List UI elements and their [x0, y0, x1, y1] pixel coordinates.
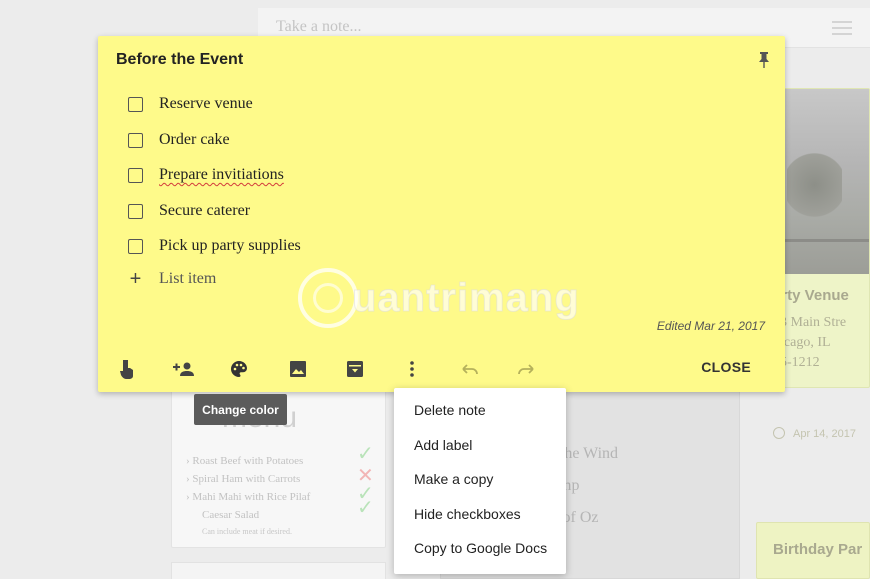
watermark: uantrimang — [298, 263, 580, 333]
edited-timestamp: Edited Mar 21, 2017 — [656, 319, 765, 333]
plus-icon: + — [129, 268, 142, 290]
menu-item-copy-to-google-docs[interactable]: Copy to Google Docs — [394, 531, 566, 566]
archive-icon[interactable] — [344, 358, 366, 380]
menu-item-make-copy[interactable]: Make a copy — [394, 462, 566, 497]
item-label[interactable]: Order cake — [159, 131, 230, 149]
item-checkbox[interactable] — [128, 167, 143, 183]
item-checkbox[interactable] — [128, 203, 143, 219]
remind-me-icon[interactable] — [116, 358, 138, 380]
open-note: Before the Event Reserve venue Order cak… — [98, 36, 785, 392]
item-label[interactable]: Reserve venue — [159, 95, 253, 113]
take-note-placeholder: Take a note... — [276, 18, 362, 35]
close-button[interactable]: CLOSE — [701, 359, 751, 375]
clock-icon — [773, 427, 785, 439]
background-small-card[interactable] — [171, 562, 386, 579]
pin-icon[interactable] — [758, 52, 770, 68]
item-label[interactable]: Pick up party supplies — [159, 237, 301, 255]
note-title[interactable]: Before the Event — [116, 51, 243, 69]
collaborator-icon[interactable] — [173, 358, 195, 380]
venue-reminder-date: Apr 14, 2017 — [793, 428, 856, 440]
menu-card-note: Can include meat if desired. — [202, 527, 292, 536]
check-mark-icon: ✓ — [357, 497, 374, 519]
menu-card-item: › Roast Beef with Potatoes — [186, 455, 304, 467]
menu-item-add-label[interactable]: Add label — [394, 428, 566, 463]
more-options-menu: Delete note Add label Make a copy Hide c… — [394, 388, 566, 574]
checklist-item[interactable]: Order cake — [128, 128, 230, 152]
new-list-icon[interactable] — [832, 20, 852, 36]
item-checkbox[interactable] — [128, 96, 143, 112]
menu-card-item: › Spiral Ham with Carrots — [186, 473, 301, 485]
undo-icon[interactable] — [459, 358, 481, 380]
menu-item-delete-note[interactable]: Delete note — [394, 393, 566, 428]
venue-reminder: Apr 14, 2017 — [773, 427, 856, 440]
change-color-tooltip: Change color — [194, 394, 287, 425]
birthday-card-title: Birthday Par — [773, 541, 863, 558]
menu-card-item: Caesar Salad — [202, 509, 260, 521]
more-vert-icon[interactable] — [401, 358, 423, 380]
checklist-item[interactable]: Reserve venue — [128, 92, 253, 116]
menu-item-hide-checkboxes[interactable]: Hide checkboxes — [394, 497, 566, 532]
checklist-item[interactable]: Pick up party supplies — [128, 234, 301, 258]
redo-icon[interactable] — [515, 358, 537, 380]
item-checkbox[interactable] — [128, 132, 143, 148]
add-list-item-label[interactable]: List item — [159, 270, 216, 288]
palette-icon[interactable] — [228, 358, 250, 380]
background-birthday-card[interactable]: Birthday Par — [756, 522, 870, 579]
watermark-text: uantrimang — [352, 275, 580, 320]
checklist-item[interactable]: Secure caterer — [128, 199, 250, 223]
add-list-item[interactable]: + List item — [128, 268, 217, 290]
item-label[interactable]: Secure caterer — [159, 202, 250, 220]
menu-card-item: › Mahi Mahi with Rice Pilaf — [186, 491, 311, 503]
image-icon[interactable] — [287, 358, 309, 380]
watermark-logo-icon — [298, 268, 358, 328]
item-label[interactable]: Prepare invitiations — [159, 166, 284, 184]
item-checkbox[interactable] — [128, 238, 143, 254]
checklist-item[interactable]: Prepare invitiations — [128, 163, 284, 187]
